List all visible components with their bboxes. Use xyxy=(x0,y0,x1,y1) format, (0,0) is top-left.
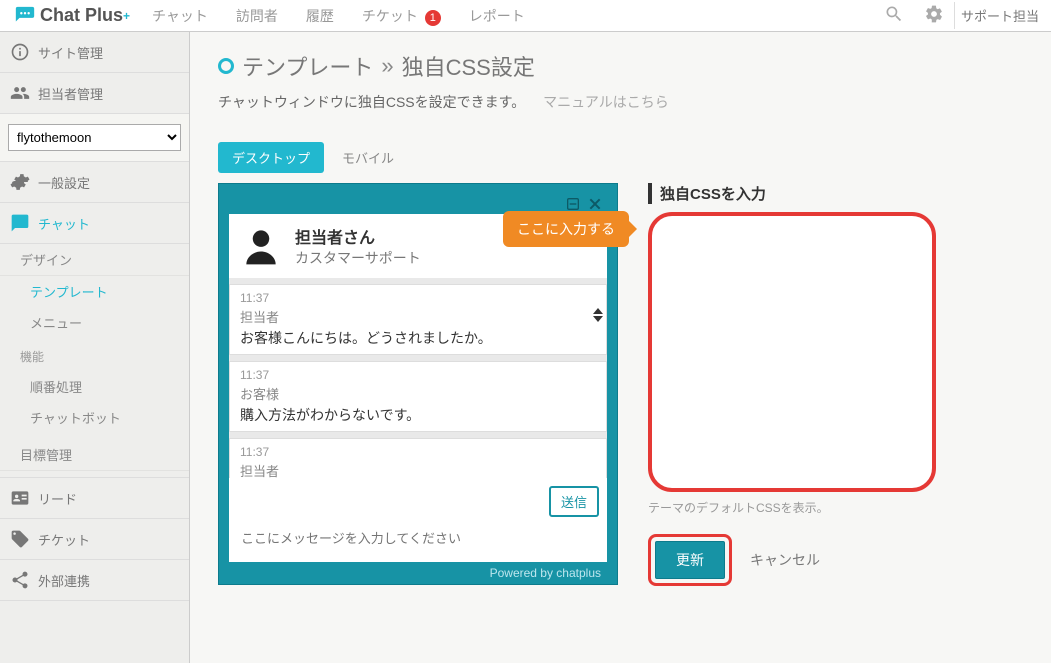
css-section-title: 独自CSSを入力 xyxy=(648,183,1023,204)
sidebar-general[interactable]: 一般設定 xyxy=(0,162,189,203)
site-select[interactable]: flytothemoon xyxy=(8,124,181,151)
search-icon[interactable] xyxy=(874,0,914,31)
gear-icon[interactable] xyxy=(914,0,954,31)
breadcrumb-a[interactable]: テンプレート xyxy=(242,50,373,82)
nav-history[interactable]: 履歴 xyxy=(292,0,348,32)
chat-message: 11:37 担当者 お客様こんにちは。どうされましたか。 xyxy=(229,284,607,355)
tab-mobile[interactable]: モバイル xyxy=(328,142,408,173)
minimize-icon[interactable] xyxy=(565,196,581,212)
desc-text: チャットウィンドウに独自CSSを設定できます。 xyxy=(218,94,525,110)
sidebar-site-mgmt[interactable]: サイト管理 xyxy=(0,32,189,73)
powered-by: Powered by chatplus xyxy=(229,562,607,580)
sidebar-general-label: 一般設定 xyxy=(38,173,90,192)
device-tabs: デスクトップ モバイル xyxy=(218,142,1023,173)
app-logo: Chat Plus+ xyxy=(6,5,138,27)
page-title: テンプレート » 独自CSS設定 xyxy=(218,50,1023,82)
sidebar-goal[interactable]: 目標管理 xyxy=(0,439,189,471)
sidebar-site-label: サイト管理 xyxy=(38,43,103,62)
sidebar-lead[interactable]: リード xyxy=(0,478,189,519)
send-button[interactable]: 送信 xyxy=(549,486,599,517)
nav-chat[interactable]: チャット xyxy=(138,0,222,32)
id-card-icon xyxy=(10,488,30,508)
update-button[interactable]: 更新 xyxy=(655,541,725,579)
default-css-link[interactable]: テーマのデフォルトCSSを表示。 xyxy=(648,499,1023,516)
chat-input[interactable] xyxy=(237,523,599,554)
logo-text: Chat Plus xyxy=(40,5,123,26)
chat-input-area: 送信 xyxy=(229,478,607,562)
sidebar-order[interactable]: 順番処理 xyxy=(0,371,189,402)
sidebar-staff-label: 担当者管理 xyxy=(38,84,103,103)
chat-message: 11:37 担当者 カートページの下部に「購入」ボタンがあります。 xyxy=(229,438,607,478)
nav-report[interactable]: レポート xyxy=(455,0,539,32)
circle-icon xyxy=(218,58,234,74)
avatar-icon xyxy=(239,224,283,268)
agent-role: カスタマーサポート xyxy=(295,248,421,268)
cancel-button[interactable]: キャンセル xyxy=(750,550,820,570)
chat-body: 11:37 担当者 お客様こんにちは。どうされましたか。 11:37 お客様 購… xyxy=(229,278,607,478)
page-desc: チャットウィンドウに独自CSSを設定できます。 マニュアルはこちら xyxy=(218,92,1023,112)
sidebar-chat[interactable]: チャット xyxy=(0,203,189,244)
sidebar-external-label: 外部連携 xyxy=(38,571,90,590)
close-icon[interactable] xyxy=(587,196,603,212)
update-highlight: 更新 xyxy=(648,534,732,586)
globe-icon xyxy=(10,42,30,62)
nav-visitor[interactable]: 訪問者 xyxy=(222,0,292,32)
nav-ticket[interactable]: チケット 1 xyxy=(348,0,455,32)
sidebar-chatbot[interactable]: チャットボット xyxy=(0,402,189,433)
manual-link[interactable]: マニュアルはこちら xyxy=(543,94,669,110)
sidebar-ticket[interactable]: チケット xyxy=(0,519,189,560)
sidebar-design[interactable]: デザイン xyxy=(0,244,189,276)
cogs-icon xyxy=(10,172,30,192)
main-content: テンプレート » 独自CSS設定 チャットウィンドウに独自CSSを設定できます。… xyxy=(190,32,1051,663)
sidebar-menu[interactable]: メニュー xyxy=(0,307,189,338)
scroll-arrows[interactable] xyxy=(593,308,603,322)
header-bar: Chat Plus+ チャット 訪問者 履歴 チケット 1 レポート サポート担… xyxy=(0,0,1051,32)
callout-bubble: ここに入力する xyxy=(503,211,629,247)
sidebar-ticket-label: チケット xyxy=(38,530,90,549)
sidebar-staff-mgmt[interactable]: 担当者管理 xyxy=(0,73,189,114)
user-label[interactable]: サポート担当 xyxy=(954,2,1045,29)
sidebar-chat-label: チャット xyxy=(38,214,90,233)
agent-name: 担当者さん xyxy=(295,224,421,248)
ticket-badge: 1 xyxy=(425,10,441,26)
tag-icon xyxy=(10,529,30,549)
nav-ticket-label: チケット xyxy=(362,8,418,24)
breadcrumb-sep: » xyxy=(381,53,393,79)
share-icon xyxy=(10,570,30,590)
tab-desktop[interactable]: デスクトップ xyxy=(218,142,324,173)
sidebar-template[interactable]: テンプレート xyxy=(0,276,189,307)
sidebar-external[interactable]: 外部連携 xyxy=(0,560,189,601)
logo-plus: + xyxy=(123,9,130,23)
chat-bubble-icon xyxy=(14,5,36,27)
sidebar-lead-label: リード xyxy=(38,489,77,508)
comment-icon xyxy=(10,213,30,233)
site-select-row: flytothemoon xyxy=(0,114,189,162)
users-icon xyxy=(10,83,30,103)
feature-head: 機能 xyxy=(0,342,189,371)
css-panel: ここに入力する 独自CSSを入力 テーマのデフォルトCSSを表示。 更新 キャン… xyxy=(648,183,1023,586)
sidebar: サイト管理 担当者管理 flytothemoon 一般設定 チャット デザイン … xyxy=(0,32,190,663)
chat-message: 11:37 お客様 購入方法がわからないです。 xyxy=(229,361,607,432)
breadcrumb-b: 独自CSS設定 xyxy=(402,50,535,82)
css-textarea[interactable] xyxy=(648,212,936,492)
